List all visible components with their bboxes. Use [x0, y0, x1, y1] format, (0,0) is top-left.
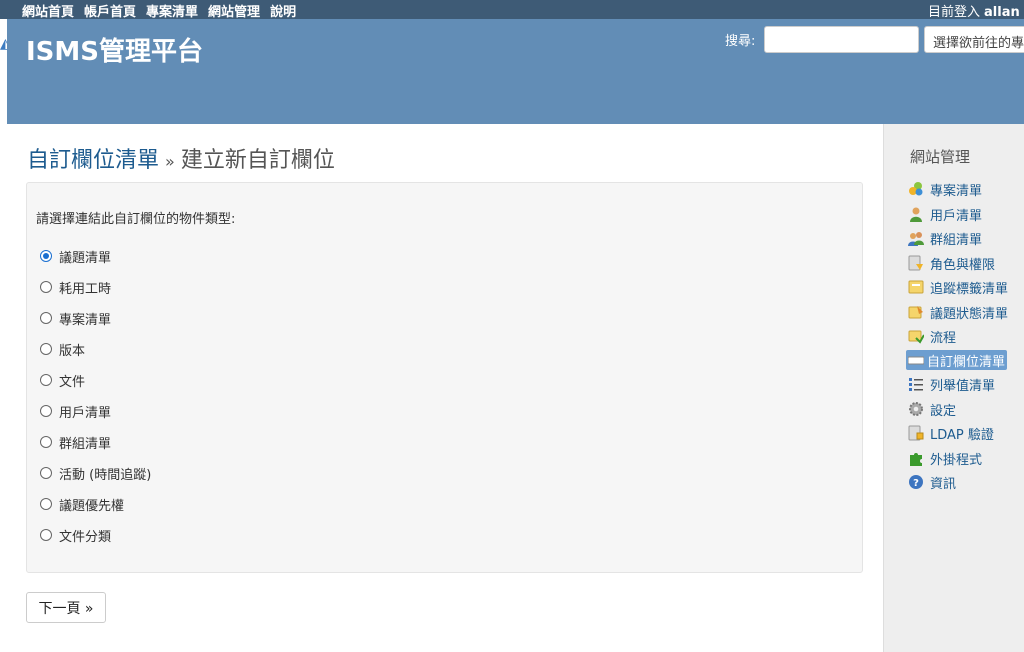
top-menu: 網站首頁 帳戶首頁 專案清單 網站管理 說明 目前登入 allan: [0, 0, 1024, 20]
object-type-option[interactable]: 版本: [40, 339, 85, 359]
object-type-prompt: 請選擇連結此自訂欄位的物件類型:: [36, 212, 236, 227]
sidebar-item-label: 設定: [930, 403, 957, 419]
sidebar-item-label: 專案清單: [930, 183, 983, 199]
option-label: 文件: [59, 374, 86, 390]
sidebar-item-trackers[interactable]: 追蹤標籤清單: [908, 277, 1008, 297]
page-title-text: 建立新自訂欄位: [180, 148, 335, 173]
object-type-option[interactable]: 文件分類: [40, 525, 111, 545]
sidebar-item-label: LDAP 驗證: [930, 427, 994, 443]
user-link[interactable]: allan: [984, 5, 1020, 20]
sidebar-item-issue-statuses[interactable]: 議題狀態清單: [908, 302, 1008, 322]
option-label: 專案清單: [59, 312, 112, 328]
radio-button[interactable]: [40, 405, 52, 417]
workflow-icon: [908, 328, 925, 344]
enumerations-icon: [908, 376, 924, 392]
project-jump-select[interactable]: 選擇欲前往的專案...: [924, 26, 1024, 53]
sidebar-item-label: 外掛程式: [930, 452, 983, 468]
radio-button[interactable]: [40, 281, 52, 293]
radio-button[interactable]: [40, 529, 52, 541]
trackers-icon: [908, 279, 924, 295]
sidebar-item-plugins[interactable]: 外掛程式: [908, 448, 982, 468]
sidebar-heading: 網站管理: [910, 148, 971, 166]
option-label: 版本: [59, 343, 86, 359]
app-title: ISMS管理平台: [26, 37, 203, 67]
search-input[interactable]: [764, 26, 919, 53]
sidebar-item-projects[interactable]: 專案清單: [908, 179, 982, 199]
sidebar-item-groups[interactable]: 群組清單: [908, 228, 982, 248]
object-type-option[interactable]: 活動 (時間追蹤): [40, 463, 151, 483]
object-type-option[interactable]: 議題清單: [40, 246, 111, 266]
breadcrumb-separator: »: [165, 152, 175, 171]
option-label: 活動 (時間追蹤): [59, 467, 152, 483]
radio-button[interactable]: [40, 312, 52, 324]
next-page-button[interactable]: 下一頁 »: [26, 592, 106, 623]
sidebar-item-label: 流程: [930, 330, 957, 346]
object-type-option[interactable]: 群組清單: [40, 432, 111, 452]
sidebar-item-label: 資訊: [930, 476, 957, 492]
sidebar-item-label: 追蹤標籤清單: [930, 281, 1009, 297]
left-edge: ◭: [0, 19, 11, 652]
sidebar-item-custom-fields[interactable]: 自訂欄位清單: [906, 350, 1008, 370]
top-link-home[interactable]: 網站首頁: [22, 1, 74, 20]
top-link-help[interactable]: 說明: [270, 1, 296, 20]
ldap-icon: [908, 425, 924, 441]
sidebar-item-roles[interactable]: 角色與權限: [908, 253, 995, 273]
radio-button[interactable]: [40, 343, 52, 355]
radio-button[interactable]: [40, 498, 52, 510]
sidebar-item-label: 角色與權限: [930, 257, 996, 273]
admin-sidebar: 網站管理 專案清單 用戶清單 群組清單 角色與權限 追蹤標籤清單 議題狀態清單 …: [883, 124, 1024, 652]
sidebar-item-label: 議題狀態清單: [930, 306, 1009, 322]
logged-in-label: 目前登入: [928, 5, 981, 20]
breadcrumb-link[interactable]: 自訂欄位清單: [27, 148, 159, 173]
sidebar-item-settings[interactable]: 設定: [908, 399, 956, 419]
sidebar-item-workflow[interactable]: 流程: [908, 326, 956, 346]
group-icon: [908, 230, 924, 246]
info-icon: ?: [908, 474, 924, 490]
projects-icon: [908, 181, 924, 197]
header: ISMS管理平台 搜尋: 選擇欲前往的專案...: [7, 19, 1024, 124]
option-label: 議題清單: [59, 250, 112, 266]
object-type-option[interactable]: 文件: [40, 370, 85, 390]
logged-in-as: 目前登入 allan: [928, 1, 1020, 20]
sidebar-item-label: 群組清單: [930, 232, 983, 248]
page-title: 自訂欄位清單 » 建立新自訂欄位: [27, 142, 335, 174]
option-label: 文件分類: [59, 529, 112, 545]
option-label: 用戶清單: [59, 405, 112, 421]
sidebar-item-ldap[interactable]: LDAP 驗證: [908, 423, 994, 443]
object-type-box: 請選擇連結此自訂欄位的物件類型: 議題清單 耗用工時 專案清單 版本 文件 用戶…: [26, 182, 863, 573]
plugin-icon: [908, 450, 924, 466]
settings-gear-icon: [908, 401, 924, 417]
sidebar-item-info[interactable]: ? 資訊: [908, 472, 956, 492]
sidebar-item-label: 列舉值清單: [930, 378, 996, 394]
object-type-option[interactable]: 用戶清單: [40, 401, 111, 421]
sidebar-item-users[interactable]: 用戶清單: [908, 204, 982, 224]
radio-button[interactable]: [40, 467, 52, 479]
object-type-option[interactable]: 耗用工時: [40, 277, 111, 297]
sidebar-item-enumerations[interactable]: 列舉值清單: [908, 374, 995, 394]
roles-icon: [908, 255, 924, 271]
radio-button[interactable]: [40, 374, 52, 386]
option-label: 群組清單: [59, 436, 112, 452]
user-icon: [908, 206, 924, 222]
option-label: 議題優先權: [59, 498, 125, 514]
main-content: 自訂欄位清單 » 建立新自訂欄位 請選擇連結此自訂欄位的物件類型: 議題清單 耗用工…: [7, 124, 883, 652]
top-link-projects[interactable]: 專案清單: [146, 1, 198, 20]
radio-button[interactable]: [40, 250, 52, 262]
top-link-my-page[interactable]: 帳戶首頁: [84, 1, 136, 20]
option-label: 耗用工時: [59, 281, 112, 297]
custom-fields-icon: [907, 352, 925, 368]
search-label: 搜尋:: [725, 34, 756, 49]
issue-status-icon: [908, 304, 924, 320]
object-type-option[interactable]: 議題優先權: [40, 494, 124, 514]
top-link-administration[interactable]: 網站管理: [208, 1, 260, 20]
sidebar-item-label: 用戶清單: [930, 208, 983, 224]
sidebar-item-label: 自訂欄位清單: [927, 354, 1006, 370]
object-type-option[interactable]: 專案清單: [40, 308, 111, 328]
svg-text:?: ?: [913, 478, 919, 489]
radio-button[interactable]: [40, 436, 52, 448]
